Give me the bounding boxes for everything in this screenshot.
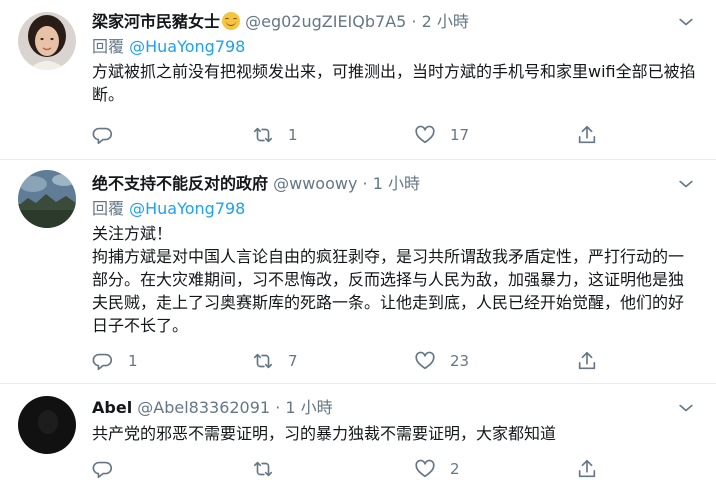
separator-dot: ·: [275, 398, 281, 417]
reply-icon: [92, 461, 112, 479]
tweet-text: 共产党的邪恶不需要证明，习的暴力独裁不需要证明，大家都知道: [92, 424, 557, 443]
avatar[interactable]: [18, 12, 76, 70]
share-button[interactable]: [576, 122, 598, 148]
tweet-header: Abel @Abel83362091 · 1 小時: [92, 396, 696, 420]
like-button[interactable]: 23: [414, 348, 469, 374]
retweet-icon: [253, 127, 273, 143]
retweet-icon: [253, 353, 273, 369]
like-count: 17: [450, 126, 470, 144]
avatar-image: [18, 170, 76, 228]
like-icon: [415, 459, 435, 478]
avatar[interactable]: [18, 170, 76, 228]
like-icon: [415, 351, 435, 370]
chevron-down-icon[interactable]: [676, 174, 696, 194]
tweet-header: 绝不支持不能反对的政府 @wwoowy · 1 小時: [92, 172, 696, 196]
display-name[interactable]: 梁家河市民豬女士: [92, 12, 220, 31]
mention-link[interactable]: @HuaYong798: [129, 37, 245, 56]
replying-to-label: 回覆: [92, 199, 125, 218]
tweet-text: 方斌被抓之前没有把视频发出来，可推测出，当时方斌的手机号和家里wifi全部已被掐…: [92, 62, 696, 104]
chevron-down-icon[interactable]: [676, 12, 696, 32]
tweet-header: 梁家河市民豬女士 @eg02ugZIEIQb7A5 · 2 小時: [92, 10, 696, 34]
reply-icon: [92, 127, 112, 145]
retweet-count: 7: [288, 352, 298, 370]
share-icon: [578, 125, 596, 144]
share-button[interactable]: [576, 456, 598, 482]
like-count: 2: [450, 460, 460, 478]
tweet[interactable]: Abel @Abel83362091 · 1 小時 共产党的邪恶不需要证明，习的…: [0, 384, 716, 497]
reply-button[interactable]: [92, 456, 128, 482]
like-count: 23: [450, 352, 470, 370]
reply-button[interactable]: [92, 122, 128, 148]
retweet-count: 1: [288, 126, 298, 144]
separator-dot: ·: [362, 174, 368, 193]
user-handle[interactable]: @wwoowy: [273, 174, 357, 193]
user-handle[interactable]: @Abel83362091: [137, 398, 270, 417]
retweet-button[interactable]: 7: [252, 348, 298, 374]
reply-button[interactable]: 1: [92, 348, 138, 374]
retweet-button[interactable]: [252, 456, 288, 482]
share-button[interactable]: [576, 348, 598, 374]
like-button[interactable]: 2: [414, 456, 460, 482]
timestamp[interactable]: 1 小時: [373, 174, 420, 193]
smiling-face-emoji-icon: [222, 12, 241, 30]
replying-to: 回覆 @HuaYong798: [92, 36, 696, 58]
avatar-image: [18, 396, 76, 454]
tweet[interactable]: 梁家河市民豬女士 @eg02ugZIEIQb7A5 · 2 小時 回覆 @Hua…: [0, 0, 716, 160]
share-icon: [578, 459, 596, 478]
separator-dot: ·: [411, 12, 417, 31]
avatar-image: [18, 12, 76, 70]
reply-icon: [92, 353, 112, 371]
mention-link[interactable]: @HuaYong798: [129, 199, 245, 218]
avatar[interactable]: [18, 396, 76, 454]
replying-to-label: 回覆: [92, 37, 125, 56]
tweet[interactable]: 绝不支持不能反对的政府 @wwoowy · 1 小時 回覆 @HuaYong79…: [0, 160, 716, 384]
display-name[interactable]: 绝不支持不能反对的政府: [92, 174, 268, 193]
reply-count: 1: [128, 352, 138, 370]
retweet-icon: [253, 461, 273, 477]
tweet-text: 关注方斌！ 拘捕方斌是对中国人言论自由的疯狂剥夺，是习共所谓敌我矛盾定性，严打行…: [92, 224, 685, 335]
user-handle[interactable]: @eg02ugZIEIQb7A5: [245, 12, 406, 31]
replying-to: 回覆 @HuaYong798: [92, 198, 696, 220]
retweet-button[interactable]: 1: [252, 122, 298, 148]
timestamp[interactable]: 2 小時: [422, 12, 469, 31]
share-icon: [578, 351, 596, 370]
display-name[interactable]: Abel: [92, 398, 132, 417]
like-button[interactable]: 17: [414, 122, 469, 148]
timestamp[interactable]: 1 小時: [285, 398, 332, 417]
chevron-down-icon[interactable]: [676, 398, 696, 418]
like-icon: [415, 125, 435, 144]
